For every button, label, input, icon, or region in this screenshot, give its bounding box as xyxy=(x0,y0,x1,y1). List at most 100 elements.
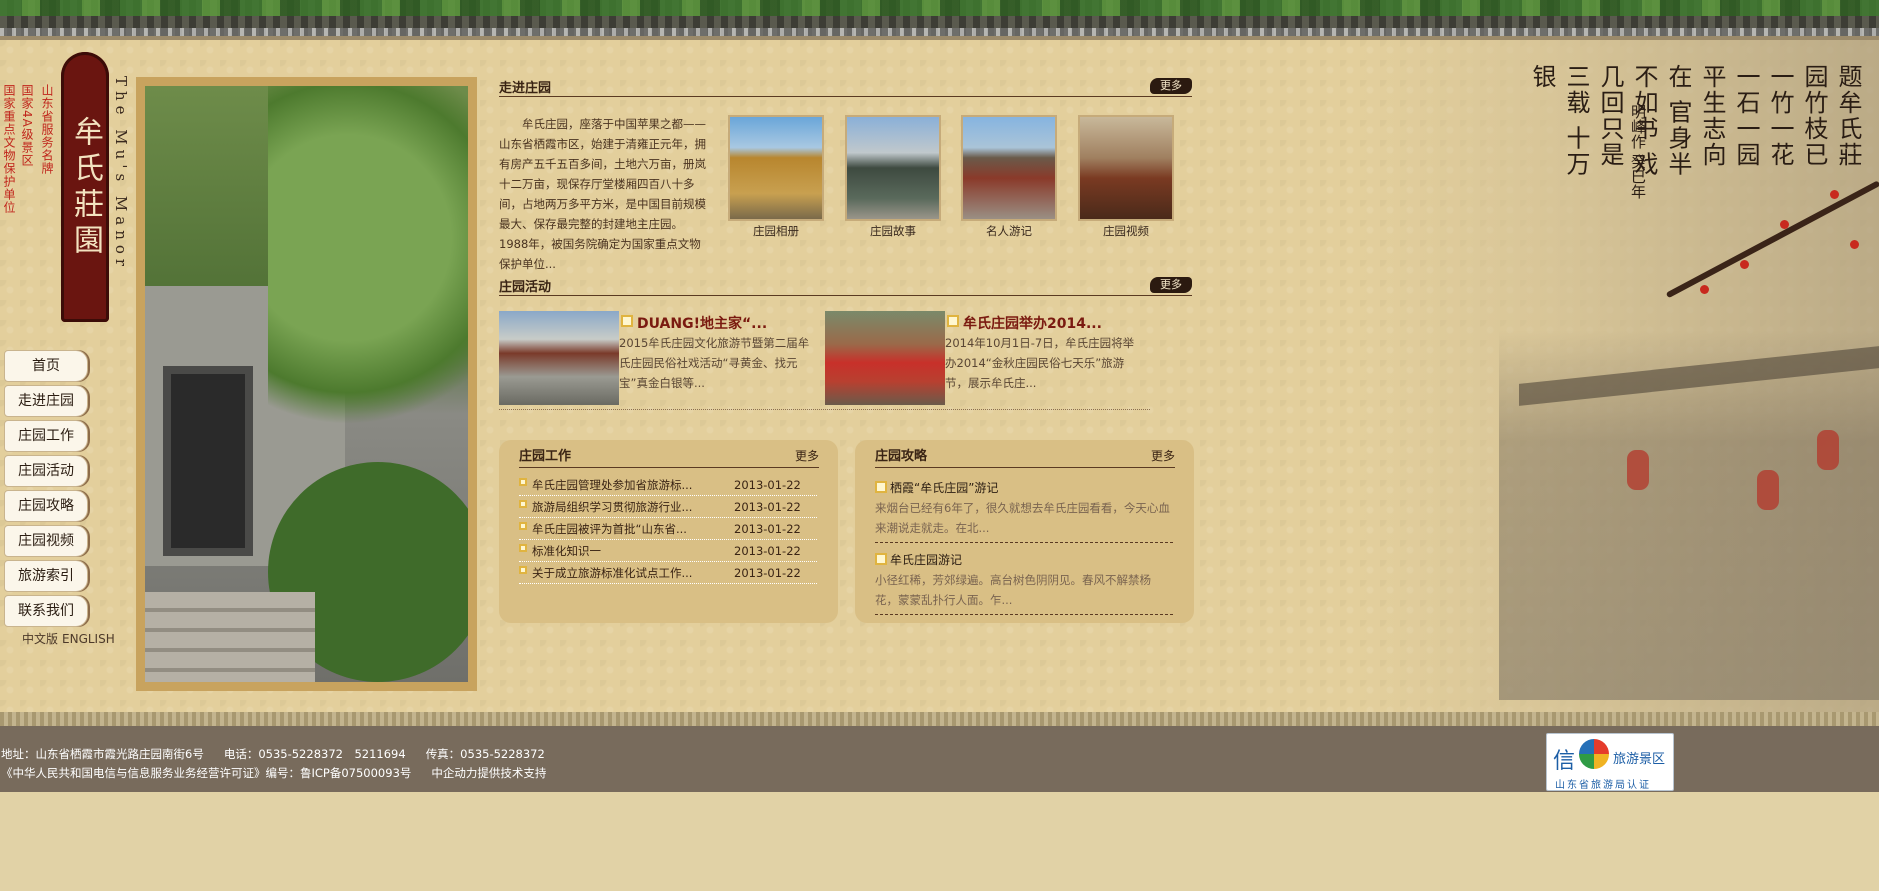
intro-text: 牟氏庄园，座落于中国苹果之都——山东省栖霞市区，始建于清雍正元年，拥有房产五千五… xyxy=(499,117,706,271)
work-row[interactable]: 标准化知识一 2013-01-22 xyxy=(519,540,817,562)
nav-item-travel-index[interactable]: 旅游索引 xyxy=(4,560,88,592)
work-row-title[interactable]: 牟氏庄园管理处参加省旅游标... xyxy=(532,474,692,496)
page-bottom xyxy=(0,792,1879,891)
calligraphy-poem: 题牟氏莊园竹枝已 一竹一花一石一园 平生志向在 官身半不如书 戏几回只是三载 十… xyxy=(1528,64,1862,178)
guide-panel: 庄园攻略 更多 栖霞“牟氏庄园”游记 来烟台已经有6年了，很久就想去牟氏庄园看看… xyxy=(855,440,1194,623)
footer: 地址：山东省栖霞市霞光路庄园南街6号 电话：0535-5228372 521169… xyxy=(0,726,1879,792)
lantern-icon xyxy=(1757,470,1779,510)
nav-item-manor-video[interactable]: 庄园视频 xyxy=(4,525,88,557)
work-row-title[interactable]: 旅游局组织学习贯彻旅游行业... xyxy=(532,496,692,518)
main-nav: 首页 走进庄园 庄园工作 庄园活动 庄园攻略 庄园视频 旅游索引 联系我们 xyxy=(4,350,90,630)
thumb-album[interactable]: 庄园相册 xyxy=(728,115,824,239)
thumb-travelogue-label: 名人游记 xyxy=(986,224,1032,238)
honor-service-brand: 山东省服务名牌 xyxy=(40,84,54,175)
logo-english: The Mu's Manor xyxy=(112,76,130,272)
work-row[interactable]: 关于成立旅游标准化试点工作... 2013-01-22 xyxy=(519,562,817,584)
intro-more-button[interactable]: 更多 xyxy=(1150,78,1192,94)
thumb-story-label: 庄园故事 xyxy=(870,224,916,238)
footer-license-line: 《中华人民共和国电信与信息服务业务经营许可证》编号：鲁ICP备07500093号… xyxy=(1,765,566,781)
intro-section-header: 走进庄园 更多 xyxy=(499,77,1192,97)
work-row-date: 2013-01-22 xyxy=(734,522,801,536)
activity-item[interactable]: 牟氏庄园举办2014... 2014年10月1日-7日，牟氏庄园将举办2014“… xyxy=(825,311,1150,407)
plum-blossom-icon xyxy=(1780,220,1789,229)
activity-item[interactable]: DUANG!地主家“... 2015牟氏庄园文化旅游节暨第二届牟氏庄园民俗社戏活… xyxy=(499,311,824,407)
main-photo-frame xyxy=(136,77,477,691)
guide-item-desc: 来烟台已经有6年了，很久就想去牟氏庄园看看，今天心血来潮说走就走。在北... xyxy=(875,498,1173,543)
language-switch: 中文版 ENGLISH xyxy=(22,630,119,647)
footer-license[interactable]: 《中华人民共和国电信与信息服务业务经营许可证》编号：鲁ICP备07500093号 xyxy=(1,766,411,780)
footer-fax: 传真：0535-5228372 xyxy=(425,747,545,761)
guide-item-title[interactable]: 栖霞“牟氏庄园”游记 xyxy=(875,479,998,496)
footer-border xyxy=(0,712,1879,726)
honor-4a-scenic: 国家4A级景区 xyxy=(20,84,34,167)
activity-title[interactable]: 牟氏庄园举办2014... xyxy=(947,313,1102,333)
plum-blossom-icon xyxy=(1700,285,1709,294)
work-row[interactable]: 旅游局组织学习贯彻旅游行业... 2013-01-22 xyxy=(519,496,817,518)
work-row[interactable]: 牟氏庄园管理处参加省旅游标... 2013-01-22 xyxy=(519,474,817,496)
thumb-story[interactable]: 庄园故事 xyxy=(845,115,941,239)
footer-support[interactable]: 中企动力提供技术支持 xyxy=(431,766,546,780)
logo-text: 牟氏莊園 xyxy=(68,116,103,260)
roof-banner xyxy=(0,0,1879,40)
work-title: 庄园工作 xyxy=(519,449,572,464)
thumb-album-image xyxy=(728,115,824,221)
guide-item-title[interactable]: 牟氏庄园游记 xyxy=(875,551,962,568)
lang-chinese-link[interactable]: 中文版 xyxy=(22,632,58,646)
nav-item-contact[interactable]: 联系我们 xyxy=(4,595,88,627)
tourism-cert-badge[interactable]: 信 旅游景区 山东省旅游局认证 xyxy=(1546,733,1674,791)
thumb-album-label: 庄园相册 xyxy=(753,224,799,238)
nav-item-home[interactable]: 首页 xyxy=(4,350,88,382)
badge-xin-text: 信 xyxy=(1553,749,1576,774)
footer-phone: 电话：0535-5228372 5211694 xyxy=(223,747,406,761)
nav-item-manor-guide[interactable]: 庄园攻略 xyxy=(4,490,88,522)
lantern-icon xyxy=(1627,450,1649,490)
activity-title[interactable]: DUANG!地主家“... xyxy=(621,313,767,333)
lang-english-link[interactable]: ENGLISH xyxy=(62,632,115,646)
activity-desc: 2014年10月1日-7日，牟氏庄园将举办2014“金秋庄园民俗七天乐”旅游节，… xyxy=(945,336,1135,390)
bullet-icon xyxy=(519,500,527,508)
bullet-icon xyxy=(519,544,527,552)
calligraphy-signature: 明峰作 癸巳年 xyxy=(1629,104,1647,199)
work-row[interactable]: 牟氏庄园被评为首批“山东省... 2013-01-22 xyxy=(519,518,817,540)
guide-title: 庄园攻略 xyxy=(875,449,928,464)
activity-image xyxy=(825,311,945,405)
guide-more-link[interactable]: 更多 xyxy=(1151,445,1175,468)
work-row-title[interactable]: 关于成立旅游标准化试点工作... xyxy=(532,562,692,584)
work-row-date: 2013-01-22 xyxy=(734,566,801,580)
thumb-video-image xyxy=(1078,115,1174,221)
thumb-travelogue[interactable]: 名人游记 xyxy=(961,115,1057,239)
lantern-icon xyxy=(1817,430,1839,470)
nav-item-manor-activities[interactable]: 庄园活动 xyxy=(4,455,88,487)
bullet-icon xyxy=(519,522,527,530)
photo-door xyxy=(163,366,253,556)
work-more-link[interactable]: 更多 xyxy=(795,445,819,468)
photo-steps xyxy=(145,592,315,682)
activities-divider xyxy=(499,409,1150,410)
activities-title: 庄园活动 xyxy=(499,280,552,295)
manor-courtyard-photo xyxy=(145,86,468,682)
work-panel: 庄园工作 更多 牟氏庄园管理处参加省旅游标... 2013-01-22 旅游局组… xyxy=(499,440,838,623)
work-row-date: 2013-01-22 xyxy=(734,500,801,514)
activities-more-button[interactable]: 更多 xyxy=(1150,277,1192,293)
honor-national-relic: 国家重点文物保护单位 xyxy=(2,84,16,214)
plum-blossom-icon xyxy=(1830,190,1839,199)
work-row-title[interactable]: 标准化知识一 xyxy=(532,540,601,562)
plum-blossom-icon xyxy=(1740,260,1749,269)
intro-title: 走进庄园 xyxy=(499,81,552,96)
guide-panel-header: 庄园攻略 更多 xyxy=(875,445,1175,468)
work-row-title[interactable]: 牟氏庄园被评为首批“山东省... xyxy=(532,518,687,540)
plum-blossom-icon xyxy=(1850,240,1859,249)
photo-tree xyxy=(268,86,468,466)
thumb-story-image xyxy=(845,115,941,221)
bullet-icon xyxy=(519,566,527,574)
guide-item-desc: 小径红稀，芳郊绿遍。高台树色阴阴见。春风不解禁杨花，蒙蒙乱扑行人面。乍... xyxy=(875,570,1173,615)
thumb-video[interactable]: 庄园视频 xyxy=(1078,115,1174,239)
nav-item-enter-manor[interactable]: 走进庄园 xyxy=(4,385,88,417)
bullet-icon xyxy=(519,478,527,486)
activity-image xyxy=(499,311,619,405)
activity-desc: 2015牟氏庄园文化旅游节暨第二届牟氏庄园民俗社戏活动“寻黄金、找元宝”真金白银… xyxy=(619,336,810,390)
footer-contact-line: 地址：山东省栖霞市霞光路庄园南街6号 电话：0535-5228372 521169… xyxy=(1,746,565,762)
activities-section-header: 庄园活动 更多 xyxy=(499,276,1192,296)
work-row-date: 2013-01-22 xyxy=(734,544,801,558)
nav-item-manor-work[interactable]: 庄园工作 xyxy=(4,420,88,452)
